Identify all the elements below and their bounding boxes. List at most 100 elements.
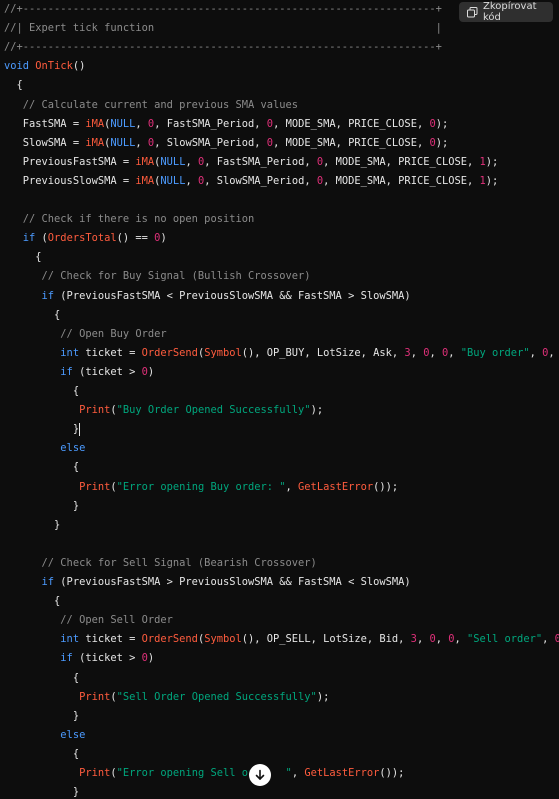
code-line: // Open Buy Order <box>4 325 166 344</box>
code-token: // Open Sell Order <box>4 614 173 627</box>
code-token: , <box>291 767 305 779</box>
code-token: , <box>285 480 299 493</box>
code-line: { <box>4 592 60 611</box>
code-token: ); <box>485 174 499 187</box>
code-token: "Sell order" <box>467 633 543 646</box>
code-token: ); <box>310 404 324 417</box>
code-token: GetLastError <box>304 767 380 779</box>
code-token: ) <box>147 652 155 665</box>
code-line: if (ticket > 0) <box>4 649 154 668</box>
code-token: SlowSMA = <box>4 136 86 149</box>
code-token: { <box>4 79 23 92</box>
code-token: , <box>435 633 449 646</box>
code-token: Symbol <box>204 346 242 359</box>
code-token: { <box>4 461 80 474</box>
code-line: } <box>4 707 79 726</box>
code-token: } <box>4 499 80 512</box>
code-token: OrderSend <box>141 633 198 646</box>
code-token: NULL <box>160 174 186 187</box>
code-token: //+-------------------------------------… <box>4 41 442 54</box>
code-token: "Error opening Sell or <box>116 767 255 779</box>
code-token: iMA <box>135 155 155 168</box>
code-line: PreviousSlowSMA = iMA(NULL, 0, SlowSMA_P… <box>4 172 499 191</box>
code-line: { <box>4 745 79 764</box>
copy-icon <box>467 6 478 18</box>
code-line: { <box>4 76 23 95</box>
code-line: { <box>4 382 79 401</box>
code-line: // Check if there is no open position <box>4 210 254 229</box>
code-token: void <box>4 60 30 73</box>
code-token: { <box>4 671 80 684</box>
code-token: iMA <box>135 174 155 187</box>
code-token: , FastSMA_Period, <box>154 117 267 130</box>
code-line: } <box>4 420 81 439</box>
code-token: Print <box>4 767 111 779</box>
code-line: Print("Error opening Sell or ", GetLastE… <box>4 764 404 783</box>
code-line: } <box>4 783 79 799</box>
code-token: , MODE_SMA, PRICE_CLOSE, <box>273 117 430 130</box>
code-token: //+-------------------------------------… <box>4 3 442 15</box>
code-block: //+-------------------------------------… <box>0 0 559 799</box>
code-token: PreviousFastSMA = <box>4 155 136 168</box>
code-token: //| Expert tick function | <box>4 22 442 35</box>
code-token: , <box>448 346 461 359</box>
code-token: if <box>4 652 73 665</box>
code-token: , <box>185 174 198 187</box>
code-token: NULL <box>160 155 186 168</box>
code-line: if (OrdersTotal() == 0) <box>4 229 167 248</box>
code-token: , <box>135 117 148 130</box>
code-line: void OnTick() <box>4 57 85 76</box>
code-token: } <box>4 786 80 799</box>
code-line: PreviousFastSMA = iMA(NULL, 0, FastSMA_P… <box>4 153 499 172</box>
code-token: { <box>4 747 80 760</box>
code-token: // Check for Buy Signal (Bullish Crossov… <box>4 270 311 283</box>
code-token: ); <box>435 117 449 130</box>
code-line: Print("Buy Order Opened Successfully"); <box>4 401 323 420</box>
code-token: "Sell Order Opened Successfully" <box>116 690 317 703</box>
code-line: // Open Sell Order <box>4 611 173 630</box>
code-token: (), OP_SELL, LotSize, Bid, <box>241 633 411 646</box>
code-line: { <box>4 458 79 477</box>
code-line: } <box>4 516 60 535</box>
code-token: int <box>4 633 80 646</box>
code-line: int ticket = OrderSend(Symbol(), OP_BUY,… <box>4 344 559 363</box>
code-token: ()); <box>373 480 399 493</box>
code-token: ticket = <box>79 346 142 359</box>
code-token: { <box>4 308 61 321</box>
code-token: iMA <box>85 136 105 149</box>
code-token: ticket = <box>79 633 142 646</box>
code-line: else <box>4 726 85 745</box>
code-line: Print("Error opening Buy order: ", GetLa… <box>4 478 398 497</box>
code-token: NULL <box>110 117 136 130</box>
code-token: ); <box>435 136 449 149</box>
code-token: () == <box>116 232 155 245</box>
code-token: , SlowSMA_Period, <box>204 174 317 187</box>
code-line: Print("Sell Order Opened Successfully"); <box>4 688 329 707</box>
code-token: // Check for Sell Signal (Bearish Crosso… <box>4 556 317 569</box>
code-token: , <box>416 633 430 646</box>
code-token: Symbol <box>204 633 242 646</box>
code-token: OrderSend <box>141 346 198 359</box>
copy-code-button[interactable]: Zkopírovat kód <box>459 1 553 23</box>
code-token: OnTick <box>35 60 73 73</box>
code-token: // Check if there is no open position <box>4 213 255 226</box>
code-token: , <box>529 346 543 359</box>
code-line: //+-------------------------------------… <box>4 38 442 57</box>
code-token: , SlowSMA_Period, <box>154 136 267 149</box>
code-token: (PreviousFastSMA > PreviousSlowSMA && Fa… <box>54 576 411 588</box>
code-line: { <box>4 669 79 688</box>
code-token: else <box>4 728 86 741</box>
code-token: ); <box>316 690 330 703</box>
code-token: if <box>4 232 36 245</box>
code-token: , <box>410 346 424 359</box>
code-token: 0 <box>554 633 559 646</box>
code-token: ) <box>160 232 167 245</box>
code-line: SlowSMA = iMA(NULL, 0, SlowSMA_Period, 0… <box>4 134 448 153</box>
code-token: "Buy order" <box>460 346 530 359</box>
code-line: { <box>4 306 60 325</box>
code-token: { <box>4 595 61 608</box>
text-cursor <box>79 422 81 436</box>
code-line: if (PreviousFastSMA > PreviousSlowSMA &&… <box>4 573 411 592</box>
code-token: ) <box>147 365 155 378</box>
scroll-to-bottom-button[interactable] <box>249 764 271 786</box>
